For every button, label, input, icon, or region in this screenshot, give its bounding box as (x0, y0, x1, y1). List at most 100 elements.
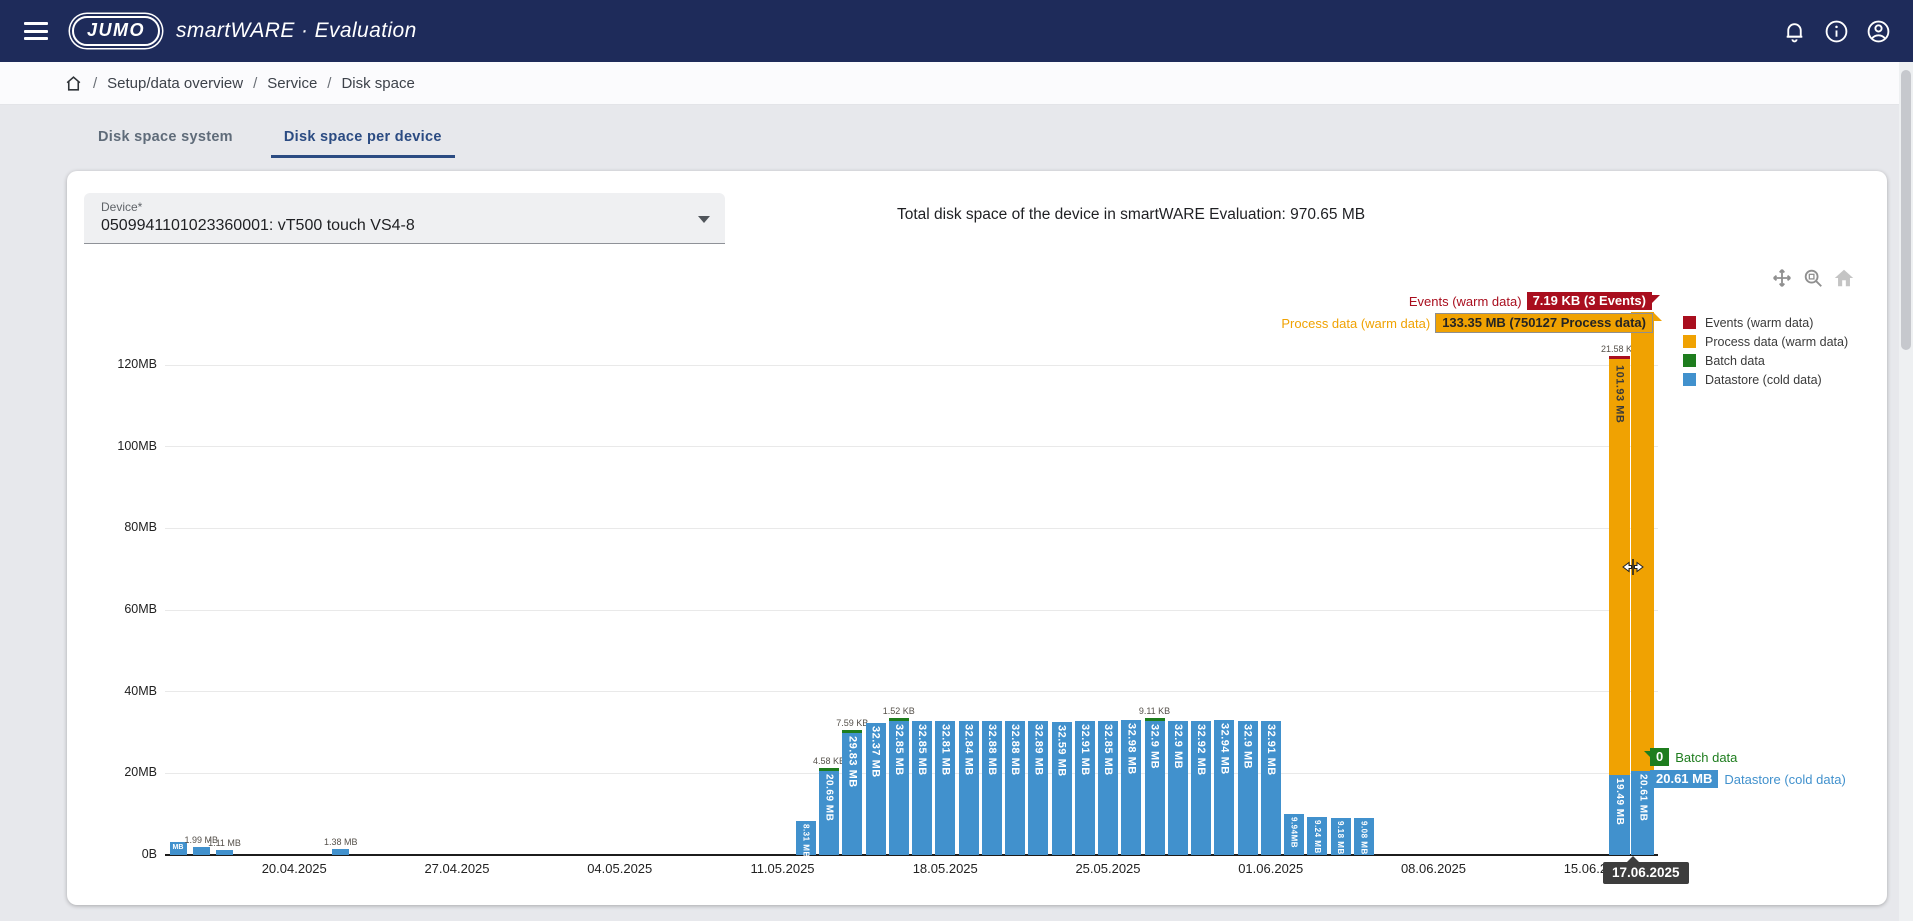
bar-segment-datastore: 32.85 MB (912, 721, 932, 855)
chart-bar[interactable]: 1.38 MB (332, 849, 349, 855)
chart-bar[interactable]: 32.91 MB (1261, 721, 1281, 855)
chart-bar[interactable]: 32.88 MB (1005, 721, 1025, 855)
page-scrollbar[interactable] (1899, 62, 1913, 921)
chart-bar[interactable]: 32.59 MB (1052, 722, 1072, 855)
bar-value-label: 32.37 MB (870, 726, 882, 778)
chart-bar[interactable]: 9.08 MB (1354, 818, 1374, 855)
gridline (165, 528, 1658, 529)
date-tooltip: 17.06.2025 (1603, 862, 1689, 884)
chart-bar[interactable]: 9.18 MB (1331, 818, 1351, 855)
info-icon[interactable] (1824, 19, 1849, 44)
gridline (165, 610, 1658, 611)
chart-bar[interactable]: 29.83 MB7.59 KB (842, 730, 862, 855)
breadcrumb-separator: / (253, 75, 257, 92)
bar-value-label: 19.49 MB (1614, 778, 1625, 825)
home-icon[interactable] (64, 74, 83, 93)
chart-bar[interactable]: 32.84 MB (959, 721, 979, 855)
tooltip-arrow-icon (1627, 856, 1639, 862)
bar-segment-datastore: 32.9 MB (1145, 721, 1165, 855)
x-axis-tick-label: 20.04.2025 (239, 861, 349, 876)
bar-value-label: 101.93 MB (1614, 365, 1626, 423)
tooltip-process-data: Process data (warm data) 133.35 MB (7501… (1281, 313, 1653, 333)
bar-value-label: 32.88 MB (1009, 724, 1021, 776)
notifications-bell-icon[interactable] (1782, 19, 1807, 44)
chart-bar[interactable]: 32.89 MB (1028, 721, 1048, 855)
chart-bar[interactable]: 32.85 MB (912, 721, 932, 855)
breadcrumb-separator: / (327, 75, 331, 92)
tooltip-datastore: 20.61 MB Datastore (cold data) (1650, 770, 1851, 788)
account-icon[interactable] (1866, 19, 1891, 44)
bar-segment-batch (819, 768, 839, 771)
chart-bar[interactable]: 32.9 MB (1238, 721, 1258, 855)
top-navbar: JUMO smartWARE · Evaluation (0, 0, 1913, 62)
bar-value-label: 32.88 MB (986, 724, 998, 776)
chart-bar[interactable]: 32.88 MB (982, 721, 1002, 855)
chart-bar[interactable]: 32.81 MB (935, 721, 955, 855)
breadcrumb-separator: / (93, 75, 97, 92)
chart-bar[interactable]: 101.93 MB19.49 MB21.58 KB (1609, 356, 1630, 855)
app-title: smartWARE · Evaluation (176, 19, 417, 43)
chart-bar[interactable]: 32.37 MB (866, 723, 886, 855)
chart-bar[interactable]: 32.85 MB (1098, 721, 1118, 855)
y-axis-tick-label: 100MB (83, 439, 157, 453)
bar-segment-datastore: 32.85 MB (889, 721, 909, 855)
bar-value-label: 32.9 MB (1149, 724, 1161, 769)
tab-disk-space-per-device[interactable]: Disk space per device (271, 118, 455, 158)
chart-bar[interactable]: 32.9 MB9.11 KB (1145, 718, 1165, 855)
chart-bar[interactable]: 32.98 MB (1121, 720, 1141, 855)
bar-value-label: 9.08 MB (1359, 821, 1368, 855)
bar-value-label: 32.59 MB (1056, 725, 1068, 777)
bar-segment-datastore: 32.89 MB (1028, 721, 1048, 855)
bar-segment-datastore: 32.85 MB (1098, 721, 1118, 855)
chart-bar[interactable]: 1.11 MB (216, 850, 233, 855)
y-axis-tick-label: 120MB (83, 357, 157, 371)
chart-bar[interactable]: 20.69 MB4.58 KB (819, 768, 839, 855)
chart-bar[interactable]: 9.24 MB (1307, 817, 1327, 855)
bar-value-label: 32.85 MB (1102, 724, 1114, 776)
bar-value-label: 32.85 MB (916, 724, 928, 776)
bar-segment-datastore: 32.98 MB (1121, 720, 1141, 855)
tooltip-datastore-value: 20.61 MB (1650, 770, 1718, 788)
bar-segment-datastore: 32.59 MB (1052, 722, 1072, 855)
chart-bar[interactable]: 9.94MB (1284, 814, 1304, 855)
chart-bar[interactable]: 32.9 MB (1168, 721, 1188, 855)
jumo-logo: JUMO (72, 16, 160, 46)
bar-value-label: 9.24 MB (1313, 820, 1322, 854)
tab-bar: Disk space system Disk space per device (85, 118, 455, 158)
bar-segment-datastore: 32.91 MB (1075, 721, 1095, 855)
bar-segment-events (1609, 356, 1630, 360)
bar-segment-datastore: 32.88 MB (1005, 721, 1025, 855)
bar-segment-datastore: 29.83 MB (842, 733, 862, 855)
tooltip-events-label: Events (warm data) (1409, 294, 1522, 309)
chart-bar[interactable]: 32.92 MB (1191, 721, 1211, 855)
menu-icon[interactable] (24, 22, 48, 40)
bar-segment-batch (842, 730, 862, 733)
bar-top-label: 4.58 KB (813, 756, 845, 766)
bar-segment-datastore: 32.92 MB (1191, 721, 1211, 855)
breadcrumb-item-service[interactable]: Service (267, 75, 317, 92)
chart-bar[interactable]: 8.31 MB (796, 821, 816, 855)
tab-disk-space-system[interactable]: Disk space system (85, 118, 246, 158)
x-axis-tick-label: 08.06.2025 (1379, 861, 1489, 876)
x-axis-tick-label: 04.05.2025 (565, 861, 675, 876)
bar-segment-datastore: 20.69 MB (819, 771, 839, 855)
bar-value-label: 29.83 MB (846, 736, 858, 788)
y-axis-tick-label: 0B (83, 847, 157, 861)
bar-segment-datastore: 32.37 MB (866, 723, 886, 855)
y-axis-tick-label: 80MB (83, 520, 157, 534)
scrollbar-thumb[interactable] (1901, 70, 1911, 350)
breadcrumb-item-disk-space[interactable]: Disk space (341, 75, 414, 92)
x-axis-tick-label: 27.04.2025 (402, 861, 512, 876)
disk-space-card: Device* 0509941101023360001: vT500 touch… (67, 171, 1887, 905)
bar-top-label: 1.38 MB (324, 837, 358, 847)
x-axis-tick-label: 25.05.2025 (1053, 861, 1163, 876)
bar-segment-datastore (332, 849, 349, 855)
bar-segment-datastore: 32.81 MB (935, 721, 955, 855)
chart-bar[interactable]: 32.91 MB (1075, 721, 1095, 855)
chart-bar[interactable]: 32.85 MB1.52 KB (889, 718, 909, 855)
y-axis-tick-label: 20MB (83, 765, 157, 779)
bar-value-label: 32.98 MB (1125, 723, 1137, 775)
chart-bar[interactable]: 32.94 MB (1214, 720, 1234, 855)
breadcrumb-item-setup-data-overview[interactable]: Setup/data overview (107, 75, 243, 92)
bar-segment-datastore: 9.08 MB (1354, 818, 1374, 855)
